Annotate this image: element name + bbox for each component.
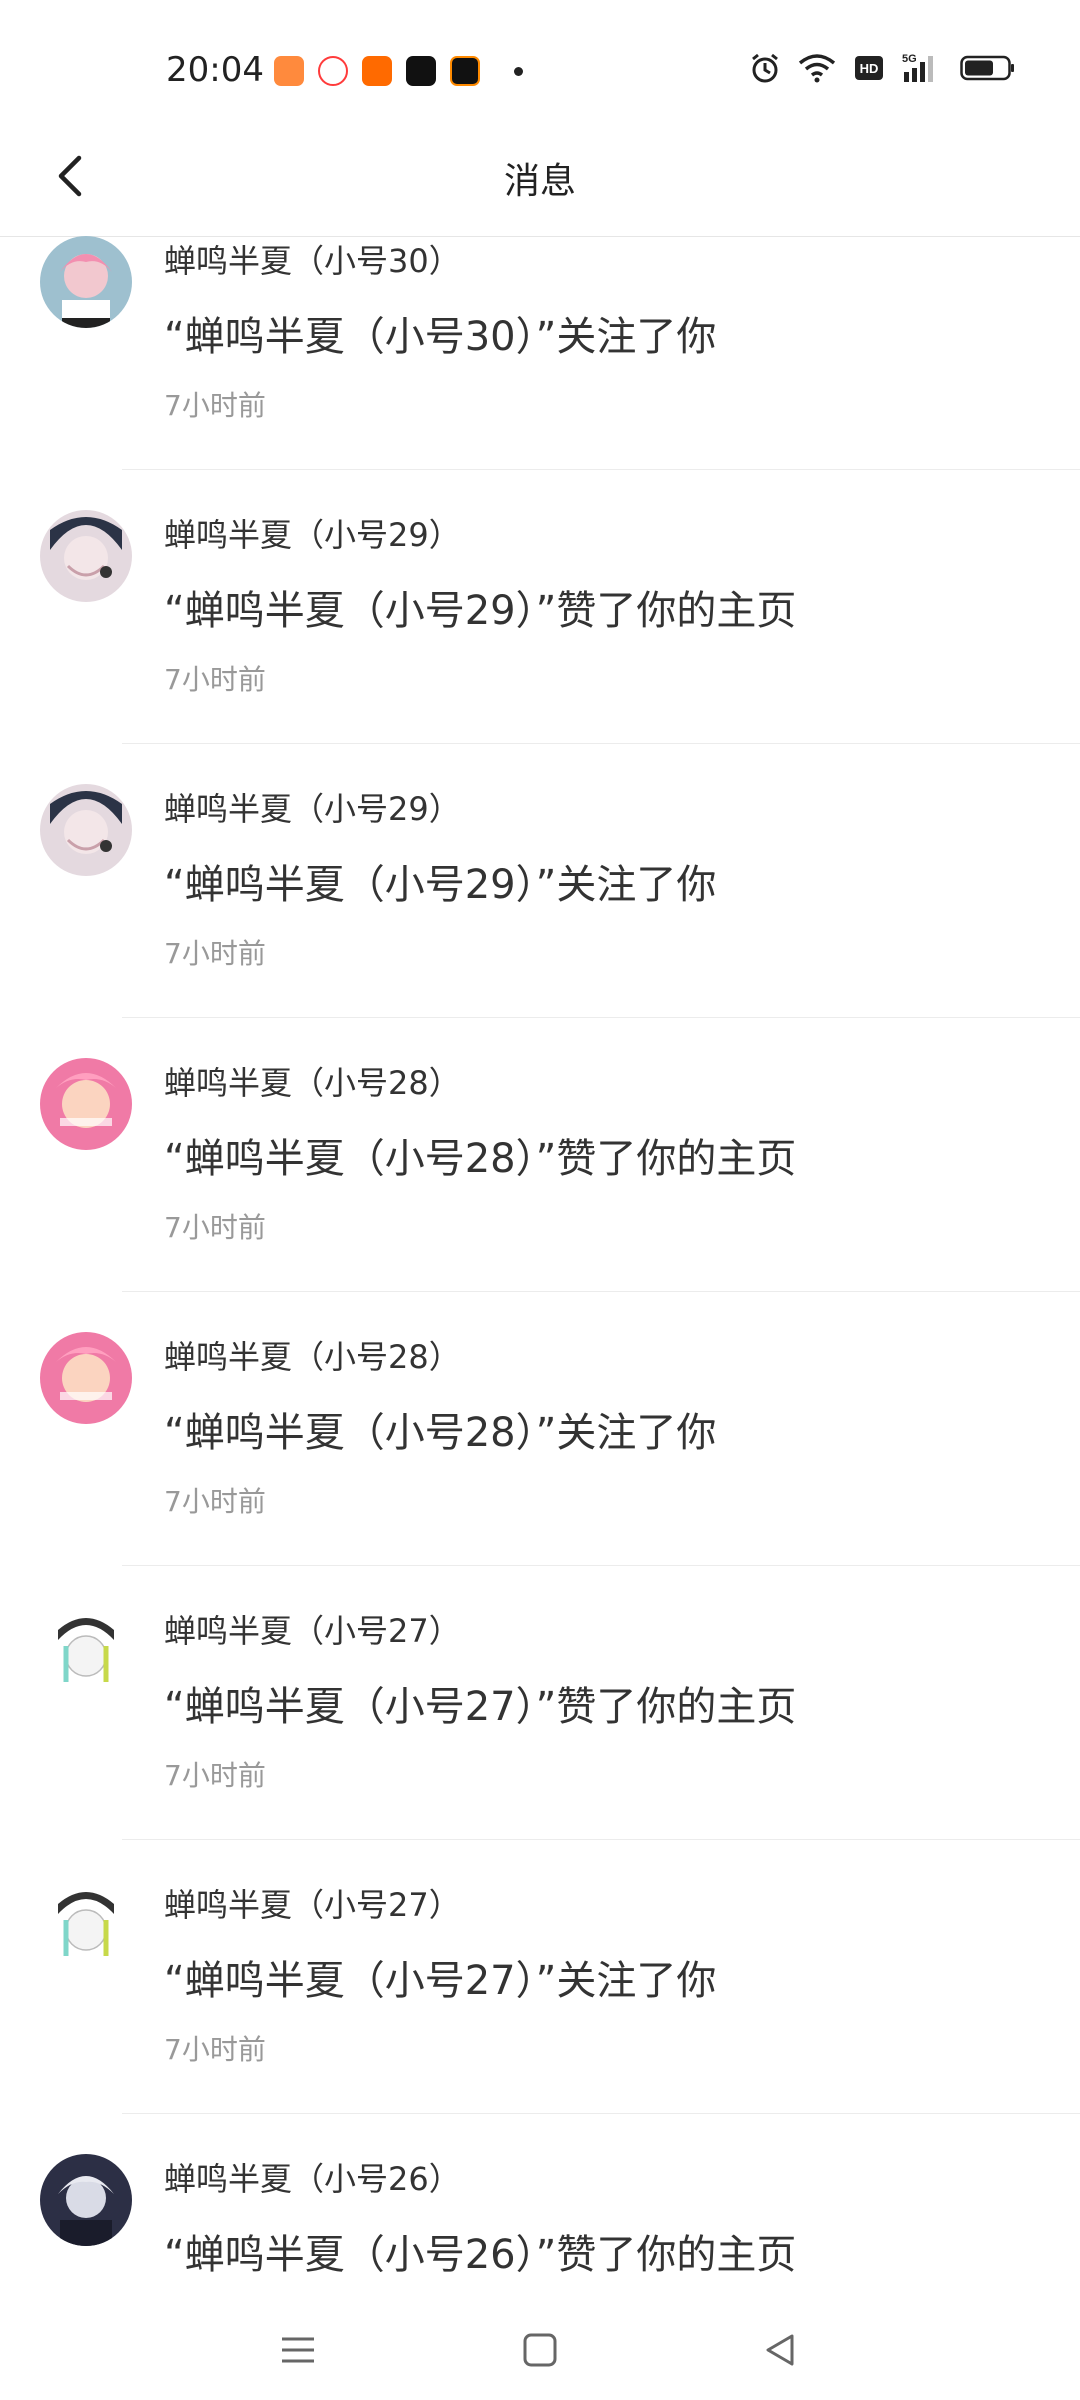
notes-icon bbox=[450, 56, 480, 86]
hd-icon: HD bbox=[855, 56, 883, 80]
message-text: “蝉鸣半夏（小号27）”赞了你的主页 bbox=[164, 1684, 797, 1730]
home-square-icon bbox=[523, 2333, 557, 2367]
sender-name: 蝉鸣半夏（小号27） bbox=[164, 1612, 461, 1650]
message-time: 7小时前 bbox=[164, 389, 266, 422]
alarm-icon bbox=[752, 53, 778, 83]
avatar[interactable] bbox=[40, 236, 132, 328]
message-text: “蝉鸣半夏（小号29）”赞了你的主页 bbox=[164, 588, 797, 634]
svg-text:HD: HD bbox=[860, 61, 879, 76]
signal-5g-icon: 5G bbox=[902, 53, 933, 82]
avatar[interactable] bbox=[40, 510, 132, 602]
sender-name: 蝉鸣半夏（小号28） bbox=[164, 1338, 461, 1376]
avatar[interactable] bbox=[40, 1880, 132, 1972]
sender-name: 蝉鸣半夏（小号29） bbox=[164, 790, 461, 828]
list-item[interactable]: 蝉鸣半夏（小号28） “蝉鸣半夏（小号28）”关注了你 7小时前 bbox=[0, 1292, 1080, 1566]
list-item[interactable]: 蝉鸣半夏（小号27） “蝉鸣半夏（小号27）”关注了你 7小时前 bbox=[0, 1840, 1080, 2114]
back-system-button[interactable] bbox=[758, 2328, 802, 2372]
list-item[interactable]: 蝉鸣半夏（小号26） “蝉鸣半夏（小号26）”赞了你的主页 bbox=[0, 2114, 1080, 2300]
message-time: 7小时前 bbox=[164, 2033, 266, 2066]
more-notifications-dot bbox=[514, 66, 523, 76]
back-triangle-icon bbox=[766, 2334, 794, 2366]
status-bar: 20:04 HD 5G bbox=[0, 0, 1080, 140]
message-text: “蝉鸣半夏（小号27）”关注了你 bbox=[164, 1958, 717, 2004]
avatar[interactable] bbox=[40, 2154, 132, 2246]
sender-name: 蝉鸣半夏（小号29） bbox=[164, 516, 461, 554]
message-time: 7小时前 bbox=[164, 937, 266, 970]
sender-name: 蝉鸣半夏（小号26） bbox=[164, 2160, 461, 2198]
message-text: “蝉鸣半夏（小号26）”赞了你的主页 bbox=[164, 2232, 797, 2278]
message-list[interactable]: 蝉鸣半夏（小号30） “蝉鸣半夏（小号30）”关注了你 7小时前 蝉鸣半夏（小号… bbox=[0, 236, 1080, 2300]
menu-icon bbox=[282, 2337, 314, 2363]
game-icon bbox=[274, 56, 304, 86]
status-app-icons bbox=[274, 56, 523, 86]
video-icon bbox=[318, 56, 348, 86]
menu-button[interactable] bbox=[276, 2328, 320, 2372]
message-text: “蝉鸣半夏（小号28）”赞了你的主页 bbox=[164, 1136, 797, 1182]
tiktok-icon bbox=[406, 56, 436, 86]
sender-name: 蝉鸣半夏（小号27） bbox=[164, 1886, 461, 1924]
avatar[interactable] bbox=[40, 1058, 132, 1150]
message-time: 7小时前 bbox=[164, 1485, 266, 1518]
avatar[interactable] bbox=[40, 1332, 132, 1424]
wifi-icon bbox=[798, 54, 836, 83]
battery-icon bbox=[960, 55, 1014, 81]
message-text: “蝉鸣半夏（小号28）”关注了你 bbox=[164, 1410, 717, 1456]
message-text: “蝉鸣半夏（小号29）”关注了你 bbox=[164, 862, 717, 908]
list-item[interactable]: 蝉鸣半夏（小号27） “蝉鸣半夏（小号27）”赞了你的主页 7小时前 bbox=[0, 1566, 1080, 1840]
status-time: 20:04 bbox=[166, 50, 264, 90]
list-item[interactable]: 蝉鸣半夏（小号28） “蝉鸣半夏（小号28）”赞了你的主页 7小时前 bbox=[0, 1018, 1080, 1292]
sender-name: 蝉鸣半夏（小号28） bbox=[164, 1064, 461, 1102]
top-header: 消息 bbox=[0, 140, 1080, 237]
avatar[interactable] bbox=[40, 1606, 132, 1698]
system-nav-bar bbox=[0, 2300, 1080, 2400]
status-right-icons: HD 5G bbox=[750, 52, 1016, 84]
avatar[interactable] bbox=[40, 784, 132, 876]
home-button[interactable] bbox=[518, 2328, 562, 2372]
message-text: “蝉鸣半夏（小号30）”关注了你 bbox=[164, 314, 717, 360]
page-title: 消息 bbox=[503, 161, 576, 202]
live-icon bbox=[362, 56, 392, 86]
svg-text:5G: 5G bbox=[902, 53, 917, 65]
list-item[interactable]: 蝉鸣半夏（小号29） “蝉鸣半夏（小号29）”赞了你的主页 7小时前 bbox=[0, 470, 1080, 744]
sender-name: 蝉鸣半夏（小号30） bbox=[164, 242, 461, 280]
message-time: 7小时前 bbox=[164, 663, 266, 696]
list-item[interactable]: 蝉鸣半夏（小号30） “蝉鸣半夏（小号30）”关注了你 7小时前 bbox=[0, 236, 1080, 470]
message-time: 7小时前 bbox=[164, 1211, 266, 1244]
list-item[interactable]: 蝉鸣半夏（小号29） “蝉鸣半夏（小号29）”关注了你 7小时前 bbox=[0, 744, 1080, 1018]
message-time: 7小时前 bbox=[164, 1759, 266, 1792]
